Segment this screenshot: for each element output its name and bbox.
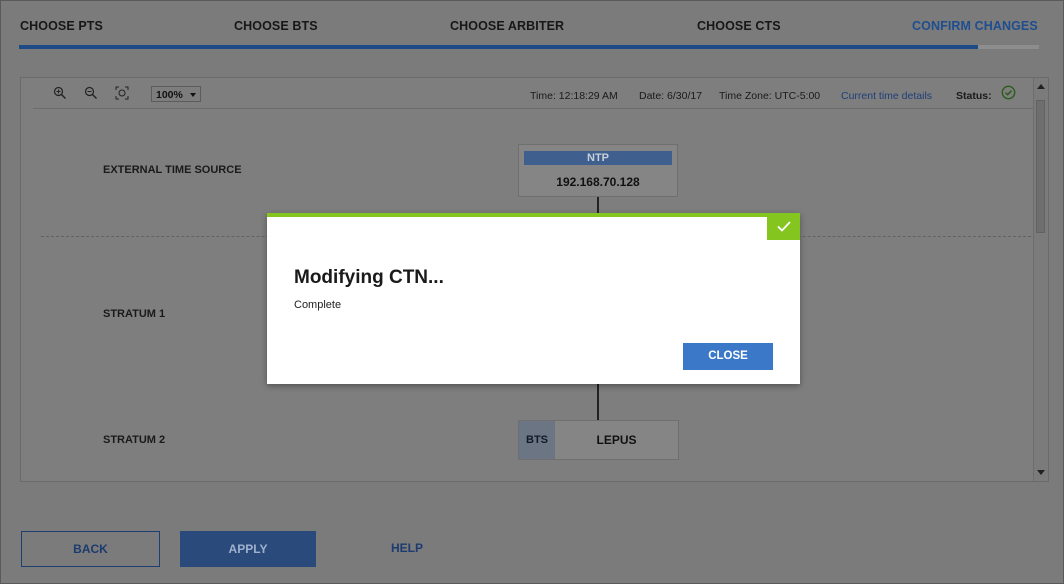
current-time: Time: 12:18:29 AM xyxy=(530,90,618,102)
zoom-out-icon[interactable] xyxy=(84,86,98,100)
bts-node-name: LEPUS xyxy=(596,433,637,447)
step-choose-bts[interactable]: CHOOSE BTS xyxy=(234,19,318,33)
zoom-level-select[interactable]: 100% xyxy=(151,86,201,102)
bts-node[interactable]: BTS LEPUS xyxy=(518,420,679,460)
zoom-in-icon[interactable] xyxy=(53,86,67,100)
connector-line xyxy=(597,197,599,213)
fit-to-screen-icon[interactable] xyxy=(115,86,129,100)
row-label-stratum-2: STRATUM 2 xyxy=(103,434,166,446)
diagram-toolbar: 100% Time: 12:18:29 AM Date: 6/30/17 Tim… xyxy=(33,78,1033,109)
chevron-down-icon xyxy=(190,93,196,97)
close-button[interactable]: CLOSE xyxy=(683,343,773,370)
ntp-node-ip: 192.168.70.128 xyxy=(556,175,640,189)
current-date: Date: 6/30/17 xyxy=(639,90,703,102)
scroll-down-icon[interactable] xyxy=(1037,470,1045,475)
dialog-success-bar xyxy=(267,213,800,217)
check-circle-icon xyxy=(1001,85,1016,100)
help-link[interactable]: HELP xyxy=(377,531,437,567)
ntp-node[interactable]: NTP 192.168.70.128 xyxy=(518,144,678,197)
scroll-up-icon[interactable] xyxy=(1037,84,1045,89)
row-label-external-time-source: EXTERNAL TIME SOURCE xyxy=(103,164,242,176)
apply-button[interactable]: APPLY xyxy=(180,531,316,567)
ntp-node-label: NTP xyxy=(524,151,672,165)
step-confirm-changes[interactable]: CONFIRM CHANGES xyxy=(912,19,1038,33)
connector-line xyxy=(597,384,599,420)
zoom-level-value: 100% xyxy=(156,89,183,101)
dialog-message: Complete xyxy=(294,299,342,311)
step-choose-pts[interactable]: CHOOSE PTS xyxy=(20,19,103,33)
bts-node-tag: BTS xyxy=(519,421,555,459)
diagram-scrollbar[interactable] xyxy=(1033,78,1048,481)
wizard-steps: CHOOSE PTS CHOOSE BTS CHOOSE ARBITER CHO… xyxy=(1,1,1063,51)
status-label: Status: xyxy=(956,90,992,102)
scrollbar-thumb[interactable] xyxy=(1036,100,1045,233)
dialog-title: Modifying CTN... xyxy=(294,267,444,288)
wizard-progress-bar xyxy=(19,45,1039,49)
back-button[interactable]: BACK xyxy=(21,531,160,567)
step-choose-arbiter[interactable]: CHOOSE ARBITER xyxy=(450,19,564,33)
modifying-ctn-dialog: Modifying CTN... Complete CLOSE xyxy=(267,213,800,384)
current-time-details-link[interactable]: Current time details xyxy=(841,90,932,102)
wizard-window: CHOOSE PTS CHOOSE BTS CHOOSE ARBITER CHO… xyxy=(0,0,1064,584)
row-label-stratum-1: STRATUM 1 xyxy=(103,308,166,320)
wizard-progress-fill xyxy=(19,45,978,49)
checkmark-icon xyxy=(767,213,800,240)
time-zone: Time Zone: UTC-5:00 xyxy=(719,90,821,102)
step-choose-cts[interactable]: CHOOSE CTS xyxy=(697,19,781,33)
